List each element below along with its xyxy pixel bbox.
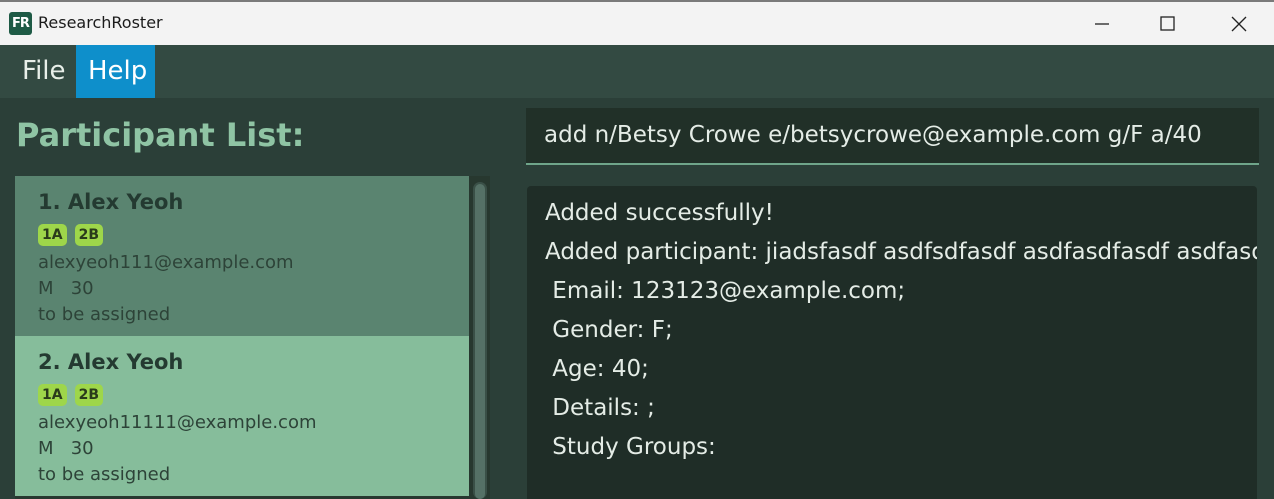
result-display[interactable]: Added successfully! Added participant: j… <box>527 186 1257 499</box>
participant-tags: 1A 2B <box>38 384 111 406</box>
result-line: Added participant: jiadsfasdf asdfsdfasd… <box>545 239 1257 265</box>
group-tag: 1A <box>38 224 67 246</box>
group-tag: 2B <box>74 224 103 246</box>
participant-name: 1. Alex Yeoh <box>38 190 184 214</box>
minimize-button[interactable] <box>1078 2 1124 45</box>
result-line: Added successfully! <box>545 200 774 226</box>
command-input-text: add n/Betsy Crowe e/betsycrowe@example.c… <box>544 122 1202 148</box>
group-tag: 2B <box>74 384 103 406</box>
title-bar: FR ResearchRoster <box>0 0 1274 45</box>
participant-status: to be assigned <box>38 304 171 325</box>
list-scrollbar-thumb[interactable] <box>475 184 485 499</box>
menu-bar: File Help <box>0 45 1274 98</box>
result-line: Details: ; <box>545 395 655 421</box>
minimize-icon <box>1095 23 1109 25</box>
close-icon <box>1231 16 1247 32</box>
menu-file[interactable]: File <box>10 45 78 98</box>
participant-gender-age: M 30 <box>38 438 94 459</box>
result-line: Email: 123123@example.com; <box>545 278 906 304</box>
maximize-button[interactable] <box>1145 2 1191 45</box>
close-button[interactable] <box>1216 2 1262 45</box>
participant-tags: 1A 2B <box>38 224 111 246</box>
command-input[interactable]: add n/Betsy Crowe e/betsycrowe@example.c… <box>526 108 1259 165</box>
participant-name: 2. Alex Yeoh <box>38 350 184 374</box>
participant-gender-age: M 30 <box>38 278 94 299</box>
participant-card[interactable]: 2. Alex Yeoh 1A 2B alexyeoh11111@example.… <box>15 336 469 496</box>
participant-email: alexyeoh111@example.com <box>38 252 294 273</box>
app-logo-icon: FR <box>9 12 32 35</box>
maximize-icon <box>1160 16 1175 31</box>
result-line: Gender: F; <box>545 317 673 343</box>
group-tag: 1A <box>38 384 67 406</box>
result-line: Study Groups: <box>545 434 716 460</box>
participant-card[interactable]: 1. Alex Yeoh 1A 2B alexyeoh111@example.co… <box>15 176 469 336</box>
participant-list-title: Participant List: <box>16 116 305 154</box>
participant-email: alexyeoh11111@example.com <box>38 412 317 433</box>
participant-list[interactable]: 1. Alex Yeoh 1A 2B alexyeoh111@example.co… <box>15 176 490 499</box>
result-line: Age: 40; <box>545 356 649 382</box>
participant-status: to be assigned <box>38 464 171 485</box>
menu-help[interactable]: Help <box>76 45 155 98</box>
window-title: ResearchRoster <box>38 13 163 32</box>
